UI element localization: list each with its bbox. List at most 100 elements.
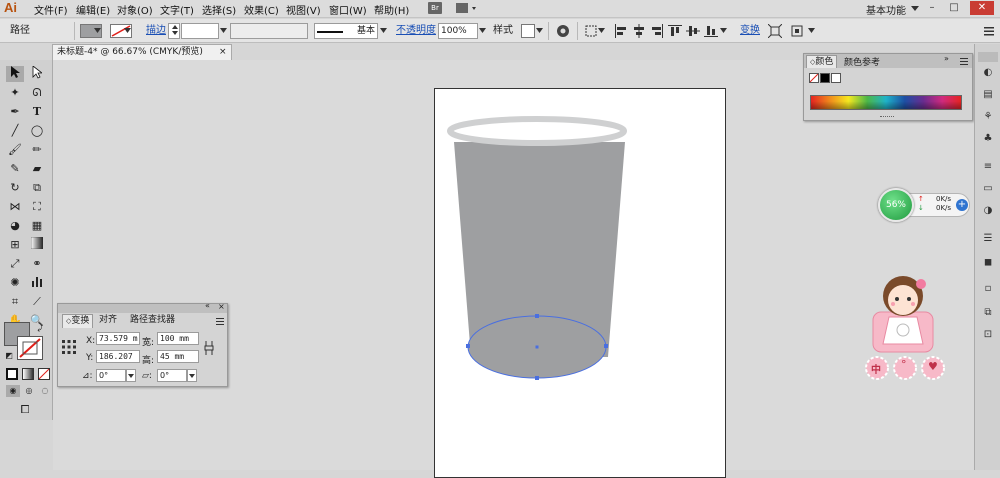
y-input[interactable]: 186.207 (96, 350, 140, 363)
none-mode-icon[interactable] (38, 368, 50, 380)
stroke-weight-stepper[interactable] (168, 23, 180, 39)
stroke-dropdown-icon[interactable] (124, 28, 132, 34)
align-dropdown-icon[interactable] (720, 28, 728, 34)
panel-menu-icon[interactable] (960, 57, 968, 65)
symbol-sprayer-icon[interactable]: ✺ (6, 275, 24, 291)
draw-normal-icon[interactable]: ◉ (6, 385, 20, 397)
menu-window[interactable]: 窗口(W) (329, 2, 367, 17)
arrange-documents-icon[interactable] (455, 2, 479, 14)
variable-width-profile[interactable] (230, 23, 308, 39)
selection-tool-icon[interactable] (6, 66, 24, 82)
draw-behind-icon[interactable]: ◎ (22, 385, 36, 397)
width-tool-icon[interactable]: ⋈ (6, 199, 24, 215)
none-swatch[interactable] (809, 73, 819, 83)
graphic-style-swatch[interactable] (521, 24, 535, 38)
shear-input[interactable]: 0° (157, 369, 187, 382)
stroke-link[interactable]: 描边 (146, 23, 166, 39)
mesh-tool-icon[interactable]: ⊞ (6, 237, 24, 253)
anchor-point[interactable] (604, 344, 608, 348)
bridge-button[interactable]: Br (428, 2, 442, 14)
menu-edit[interactable]: 编辑(E) (76, 2, 110, 17)
tab-transform[interactable]: ◇变换 (62, 314, 94, 328)
rotate-dropdown[interactable] (126, 369, 136, 382)
reference-point-icon[interactable] (62, 340, 76, 354)
align-to-icon[interactable] (584, 24, 598, 38)
draw-inside-icon[interactable]: ◌ (38, 385, 52, 397)
scrollbar-thumb[interactable]: ▫ (981, 282, 995, 296)
appearance-panel-icon[interactable]: ☰ (981, 232, 995, 246)
layers-panel-icon[interactable]: ⧉ (981, 306, 995, 320)
panel-close-icon[interactable]: × (218, 302, 225, 311)
white-swatch[interactable] (831, 73, 841, 83)
align-right-icon[interactable] (650, 24, 664, 38)
tab-align[interactable]: 对齐 (96, 314, 120, 328)
align-top-icon[interactable] (668, 24, 682, 38)
direct-selection-tool-icon[interactable] (28, 65, 46, 82)
menu-select[interactable]: 选择(S) (202, 2, 236, 17)
x-input[interactable]: 73.579 m (96, 332, 140, 345)
stroke-weight-dropdown-icon[interactable] (220, 28, 228, 34)
tab-pathfinder[interactable]: 路径查找器 (127, 314, 178, 328)
artboard-tool-icon[interactable]: ⌗ (6, 294, 24, 310)
document-tab[interactable]: 未标题-4* @ 66.67% (CMYK/预览) × (52, 44, 232, 60)
opacity-link[interactable]: 不透明度 (396, 23, 436, 39)
panel-menu-icon[interactable] (216, 317, 224, 325)
shear-dropdown[interactable] (187, 369, 197, 382)
opacity-input[interactable]: 100% (438, 23, 478, 39)
lasso-icon[interactable]: ᘏ (28, 85, 46, 101)
stroke-weight-input[interactable] (181, 23, 219, 39)
panel-title-bar[interactable]: ◇颜色 颜色参考 » (804, 54, 972, 68)
gradient-tool-icon[interactable] (28, 236, 46, 253)
panel-collapse-icon[interactable]: » (944, 54, 949, 63)
rotate-tool-icon[interactable]: ↻ (6, 180, 24, 196)
tab-color-guide[interactable]: 颜色参考 (844, 55, 880, 68)
menu-file[interactable]: 文件(F) (34, 2, 68, 17)
brush-definition[interactable]: 基本 (314, 23, 378, 39)
panel-title-bar[interactable]: « × (58, 301, 227, 313)
gradient-mode-icon[interactable] (22, 368, 34, 380)
opacity-dropdown-icon[interactable] (479, 28, 487, 34)
memory-usage-badge[interactable]: 56% (878, 188, 914, 222)
eraser-icon[interactable]: ▰ (28, 161, 46, 177)
color-panel-icon[interactable]: ◐ (981, 66, 995, 80)
panel-resize-handle[interactable] (880, 116, 894, 118)
anchor-point[interactable] (535, 376, 539, 380)
width-input[interactable]: 100 mm (157, 332, 199, 345)
align-middle-icon[interactable] (686, 24, 700, 38)
free-transform-icon[interactable]: ⛶ (28, 199, 46, 215)
gradient-panel-icon[interactable]: ▭ (981, 182, 995, 196)
menu-help[interactable]: 帮助(H) (374, 2, 409, 17)
menu-view[interactable]: 视图(V) (286, 2, 321, 17)
document-close-button[interactable]: × (219, 45, 227, 60)
constrain-proportions-icon[interactable] (204, 341, 214, 355)
cup-rim[interactable] (447, 116, 627, 146)
slice-tool-icon[interactable]: ⟋ (28, 294, 46, 310)
align-bottom-icon[interactable] (704, 24, 718, 38)
panel-collapse-icon[interactable]: « (205, 301, 210, 310)
ellipse-tool-icon[interactable]: ◯ (28, 123, 46, 139)
quick-actions-icon[interactable] (790, 24, 804, 38)
brush-dropdown-icon[interactable] (380, 28, 388, 34)
dock-header[interactable] (978, 52, 998, 62)
default-colors-icon[interactable]: ◩ (3, 350, 15, 362)
align-center-icon[interactable] (632, 24, 646, 38)
blend-tool-icon[interactable]: ⚭ (28, 256, 46, 272)
pen-tool-icon[interactable]: ✒ (6, 104, 24, 120)
control-bar-menu-icon[interactable] (984, 26, 994, 36)
add-icon[interactable]: + (956, 199, 968, 211)
align-left-icon[interactable] (614, 24, 628, 38)
screen-mode-icon[interactable]: ⧠ (16, 403, 34, 417)
minimize-button[interactable]: – (924, 1, 940, 15)
menu-type[interactable]: 文字(T) (160, 2, 194, 17)
color-mode-icon[interactable] (6, 368, 18, 380)
line-tool-icon[interactable]: ╱ (6, 123, 24, 139)
transform-link[interactable]: 变换 (740, 23, 760, 39)
cup-artwork[interactable] (440, 112, 640, 387)
recolor-artwork-icon[interactable] (556, 24, 570, 38)
type-tool-icon[interactable]: T (28, 104, 46, 120)
menu-object[interactable]: 对象(O) (117, 2, 153, 17)
magic-wand-icon[interactable]: ✦ (6, 85, 24, 101)
workspace-dropdown-icon[interactable] (911, 6, 919, 12)
swatches-panel-icon[interactable]: ▤ (981, 88, 995, 102)
style-dropdown-icon[interactable] (536, 28, 544, 34)
